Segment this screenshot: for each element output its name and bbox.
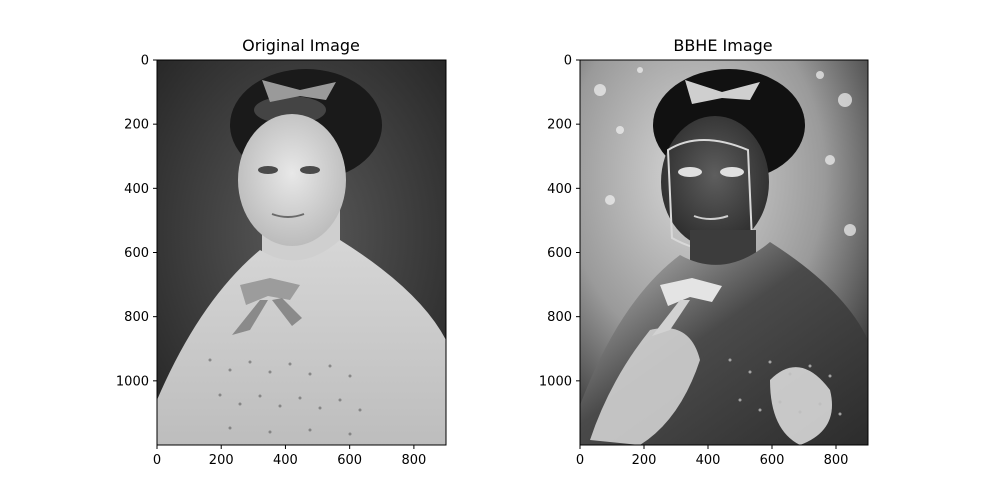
x-tick-label: 600	[337, 453, 362, 468]
y-tick-label: 400	[547, 182, 572, 197]
y-tick-label: 400	[124, 182, 149, 197]
x-tick-label: 600	[760, 453, 785, 468]
figure: Original Image 0 200 400 600 80002004006…	[116, 36, 869, 468]
y-tick-label: 600	[124, 246, 149, 261]
y-tick-label: 1000	[116, 374, 149, 389]
panel-title: Original Image	[242, 36, 360, 55]
x-tick-label: 400	[696, 453, 721, 468]
y-tick-label: 0	[141, 54, 149, 69]
y-tick-label: 1000	[539, 374, 572, 389]
panel-bbhe: BBHE Image 0 200 400 600 800020040060080…	[539, 36, 869, 468]
x-tick-label: 0	[153, 453, 161, 468]
panel-title: BBHE Image	[673, 36, 772, 55]
y-tick-label: 0	[564, 54, 572, 69]
x-tick-label: 800	[401, 453, 426, 468]
x-tick-label: 800	[824, 453, 849, 468]
y-tick-label: 600	[547, 246, 572, 261]
y-tick-label: 200	[124, 118, 149, 133]
panel-original: Original Image 0 200 400 600 80002004006…	[116, 36, 447, 468]
x-tick-label: 200	[209, 453, 234, 468]
image-original	[157, 60, 446, 445]
image-bbhe	[580, 60, 868, 445]
y-tick-label: 800	[547, 310, 572, 325]
x-tick-label: 400	[273, 453, 298, 468]
y-tick-label: 200	[547, 118, 572, 133]
y-tick-label: 800	[124, 310, 149, 325]
x-tick-label: 200	[632, 453, 657, 468]
x-tick-label: 0	[576, 453, 584, 468]
